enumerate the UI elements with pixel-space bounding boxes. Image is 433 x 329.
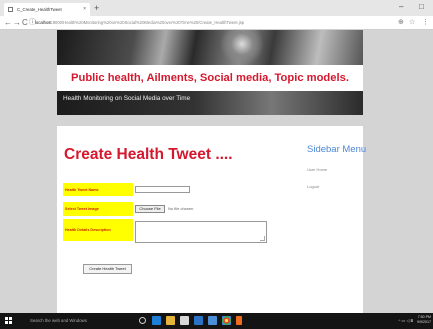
- settings-icon[interactable]: [208, 316, 217, 325]
- file-explorer-icon[interactable]: [166, 316, 175, 325]
- content-panel: Create Health Tweet .... Health Tweet Na…: [57, 126, 367, 313]
- sidebar-item-logout[interactable]: Logout: [307, 184, 319, 189]
- tab-title: C_Create_HealthTweet: [17, 7, 62, 12]
- create-tweet-button[interactable]: Create Health Tweet: [83, 264, 132, 274]
- store-icon[interactable]: [180, 316, 189, 325]
- star-icon[interactable]: ☆: [409, 17, 415, 29]
- taskbar-search[interactable]: Search the web and Windows: [30, 313, 87, 329]
- zoom-icon[interactable]: ⊕: [398, 17, 404, 29]
- system-tray[interactable]: ^ ▭ ◁ ⌸: [399, 313, 413, 329]
- back-icon[interactable]: ←: [4, 17, 12, 29]
- edge-icon[interactable]: [152, 316, 161, 325]
- forward-icon[interactable]: →: [13, 17, 21, 29]
- tweet-image-label: Select Tweet Image: [63, 202, 133, 216]
- clock-date: 9/9/2017: [417, 320, 431, 324]
- taskbar: Search the web and Windows ^ ▭ ◁ ⌸ 7:50 …: [0, 313, 433, 329]
- close-tab-icon[interactable]: ×: [83, 3, 86, 16]
- page-viewport: Public health, Ailments, Social media, T…: [0, 30, 433, 313]
- chrome-icon[interactable]: [222, 316, 231, 325]
- minimize-button[interactable]: –: [399, 1, 403, 13]
- new-tab-button[interactable]: +: [94, 2, 99, 14]
- browser-tab-bar: C_Create_HealthTweet × + – □: [0, 0, 433, 16]
- address-bar: ← → C ⓘ localhost:8000/Health%20Monitori…: [0, 16, 433, 30]
- tweet-name-label: Health Tweet Name: [63, 183, 133, 196]
- clock[interactable]: 7:50 PM 9/9/2017: [417, 315, 431, 325]
- header-banner: Public health, Ailments, Social media, T…: [57, 30, 363, 115]
- windows-start-icon[interactable]: [5, 317, 12, 324]
- site-subtitle: Health Monitoring on Social Media over T…: [63, 95, 191, 102]
- restore-button[interactable]: □: [419, 1, 424, 13]
- url-field[interactable]: localhost:8000/Health%20Monitoring%20on%…: [35, 16, 365, 30]
- app-pin-icon[interactable]: [236, 316, 242, 325]
- choose-file-button[interactable]: Choose File: [135, 205, 165, 213]
- menu-icon[interactable]: ⋮: [422, 17, 429, 29]
- sidebar-item-user-home[interactable]: User Home: [307, 167, 327, 172]
- url-host: localhost: [35, 20, 52, 25]
- page-icon: [8, 7, 13, 12]
- description-textarea[interactable]: [135, 221, 267, 243]
- description-label: Health Details Description: [63, 219, 133, 241]
- cortana-icon[interactable]: [139, 317, 146, 324]
- reload-icon[interactable]: C: [22, 17, 28, 29]
- banner-image: [57, 30, 363, 65]
- page-title: Create Health Tweet ....: [64, 146, 233, 163]
- app-icon[interactable]: [194, 316, 203, 325]
- browser-tab[interactable]: C_Create_HealthTweet ×: [4, 3, 90, 16]
- site-title: Public health, Ailments, Social media, T…: [71, 72, 349, 84]
- sidebar-title: Sidebar Menu: [307, 144, 367, 155]
- tweet-name-input[interactable]: [135, 186, 190, 193]
- file-status: No file chosen: [168, 206, 194, 211]
- url-path: :8000/Health%20Monitoring%20on%20Social%…: [51, 20, 245, 25]
